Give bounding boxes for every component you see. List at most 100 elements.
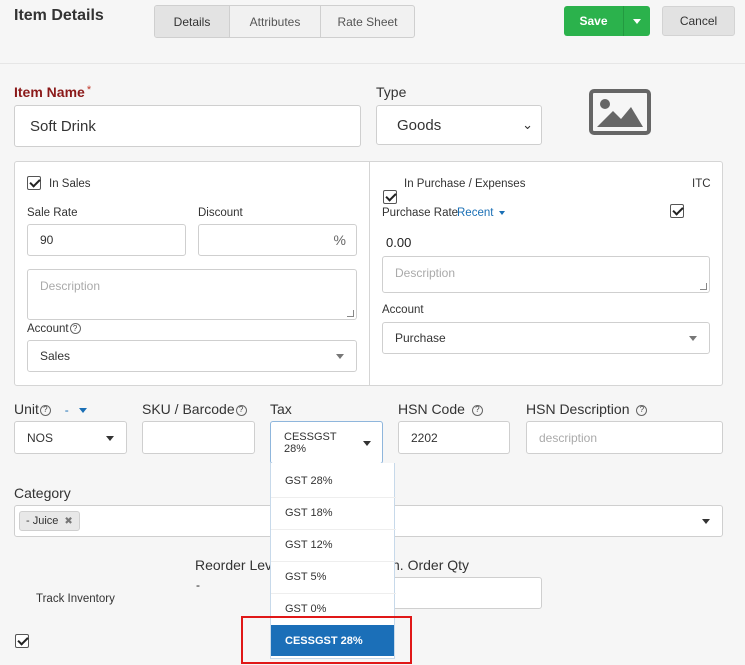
sales-account-label-wrap: Account? — [27, 323, 81, 335]
recent-label: Recent — [457, 207, 494, 219]
reorder-level-value[interactable]: - — [196, 578, 200, 592]
caret-down-icon — [702, 519, 710, 524]
category-label: Category — [14, 485, 71, 501]
save-button-group: Save — [564, 6, 650, 36]
remove-tag-icon[interactable]: ✖ — [64, 516, 72, 527]
save-button[interactable]: Save — [564, 6, 624, 36]
help-icon[interactable]: ? — [235, 404, 247, 416]
type-value: Goods — [397, 116, 442, 134]
required-star: * — [86, 84, 92, 96]
purchase-rate-value[interactable]: 0.00 — [386, 235, 411, 250]
tax-option-gst-5[interactable]: GST 5% — [285, 571, 326, 583]
sales-account-select[interactable]: Sales — [27, 340, 357, 372]
caret-down-icon — [689, 336, 697, 341]
tax-option-gst-28[interactable]: GST 28% — [285, 475, 333, 487]
sale-rate-label: Sale Rate — [27, 207, 78, 219]
item-name-label-wrap: Item Name * — [14, 84, 91, 100]
sale-rate-value: 90 — [40, 233, 54, 247]
chevron-down-icon: ⌄ — [522, 117, 533, 132]
sku-label: SKU / Barcode — [142, 401, 235, 417]
sales-account-label: Account — [27, 323, 69, 335]
type-select[interactable]: Goods ⌄ — [376, 105, 542, 145]
dropdown-divider — [271, 529, 396, 530]
purchase-rate-label: Purchase Rate — [382, 207, 459, 219]
unit-select[interactable]: NOS — [14, 421, 127, 454]
sku-input[interactable] — [142, 421, 255, 454]
tax-option-gst-12[interactable]: GST 12% — [285, 539, 333, 551]
item-name-value: Soft Drink — [30, 117, 96, 135]
help-icon[interactable]: ? — [69, 323, 81, 335]
itc-checkbox[interactable] — [670, 204, 684, 218]
dropdown-divider — [271, 593, 396, 594]
image-placeholder-icon[interactable] — [589, 89, 651, 135]
unit-label: Unit — [14, 401, 39, 417]
discount-label: Discount — [198, 207, 243, 219]
hsn-code-label-wrap: HSN Code ? — [398, 401, 483, 417]
hsn-desc-label: HSN Description — [526, 401, 630, 417]
caret-down-icon — [498, 210, 505, 215]
unit-value: NOS — [27, 430, 54, 445]
item-name-input[interactable]: Soft Drink — [14, 105, 361, 147]
sales-account-value: Sales — [40, 349, 71, 363]
itc-label: ITC — [692, 178, 711, 190]
cancel-button[interactable]: Cancel — [662, 6, 735, 36]
help-icon[interactable]: ? — [39, 404, 51, 416]
help-icon[interactable]: ? — [471, 404, 483, 416]
min-order-qty-input[interactable] — [380, 577, 542, 609]
page-title: Item Details — [14, 7, 104, 24]
tax-option-gst-0[interactable]: GST 0% — [285, 603, 326, 615]
caret-down-icon — [633, 18, 641, 24]
purchase-description-placeholder: Description — [395, 266, 456, 280]
track-inventory-label: Track Inventory — [36, 593, 115, 605]
reorder-level-label: Reorder Lev — [195, 557, 273, 573]
unit-caret-icon[interactable] — [78, 407, 87, 413]
hsn-code-input[interactable]: 2202 — [398, 421, 510, 454]
caret-down-icon — [363, 440, 371, 446]
category-tag: - Juice ✖ — [19, 511, 80, 531]
dropdown-divider — [271, 561, 396, 562]
tax-option-gst-18[interactable]: GST 18% — [285, 507, 333, 519]
tab-bar: Details Attributes Rate Sheet — [154, 5, 415, 38]
discount-input[interactable]: % — [198, 224, 357, 256]
sales-description-placeholder: Description — [40, 279, 101, 293]
tax-value: CESSGST 28% — [284, 430, 337, 455]
hsn-code-label: HSN Code — [398, 401, 465, 417]
hsn-description-input[interactable]: description — [526, 421, 723, 454]
dropdown-divider — [271, 497, 396, 498]
hsn-description-placeholder: description — [539, 430, 598, 445]
in-sales-checkbox[interactable] — [27, 176, 41, 190]
save-options-button[interactable] — [624, 6, 650, 36]
sku-label-wrap: SKU / Barcode? — [142, 401, 247, 417]
percent-icon: % — [333, 232, 346, 248]
track-inventory-checkbox[interactable] — [15, 634, 29, 648]
help-icon[interactable]: ? — [636, 404, 648, 416]
purchase-account-value: Purchase — [395, 331, 446, 345]
hsn-code-value: 2202 — [411, 430, 438, 445]
purchase-account-label: Account — [382, 304, 424, 316]
tab-details[interactable]: Details — [155, 6, 230, 37]
category-tag-label: - Juice — [26, 515, 59, 527]
tab-attributes[interactable]: Attributes — [230, 6, 321, 37]
sale-rate-input[interactable]: 90 — [27, 224, 186, 256]
highlight-box — [241, 616, 412, 664]
hsn-desc-label-wrap: HSN Description ? — [526, 401, 648, 417]
item-name-label: Item Name — [14, 84, 85, 100]
purchase-description-textarea[interactable]: Description — [382, 256, 710, 293]
tax-label: Tax — [270, 401, 292, 417]
unit-label-wrap: Unit? - — [14, 401, 87, 417]
in-sales-label: In Sales — [49, 178, 91, 190]
min-order-qty-label: n. Order Qty — [392, 557, 470, 573]
tax-select[interactable]: CESSGST 28% — [270, 421, 383, 464]
recent-rates-link[interactable]: Recent — [457, 207, 505, 219]
panel-divider — [369, 161, 370, 386]
caret-down-icon — [106, 435, 114, 441]
tab-rate-sheet[interactable]: Rate Sheet — [321, 6, 414, 37]
caret-down-icon — [336, 354, 344, 359]
type-label: Type — [376, 84, 407, 100]
in-purchase-label: In Purchase / Expenses — [404, 178, 526, 190]
purchase-account-select[interactable]: Purchase — [382, 322, 710, 354]
unit-dash: - — [64, 403, 69, 417]
sales-description-textarea[interactable]: Description — [27, 269, 357, 320]
header-divider — [0, 63, 745, 64]
in-purchase-checkbox[interactable] — [383, 190, 397, 204]
